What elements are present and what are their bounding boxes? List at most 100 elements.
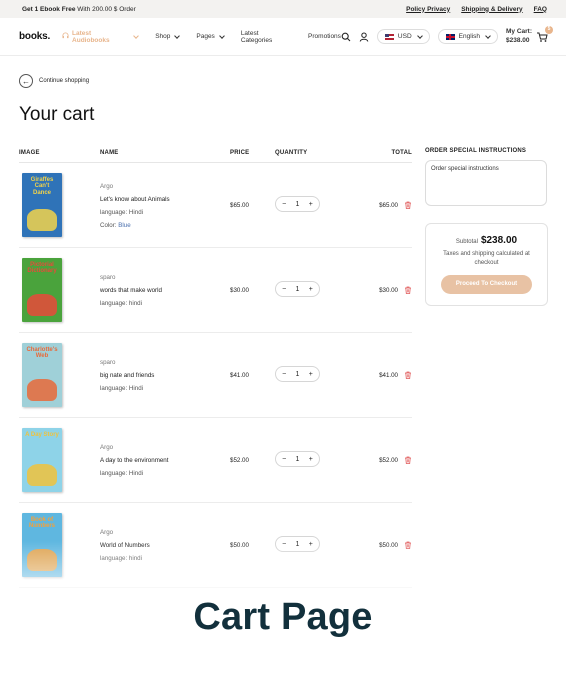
cart-icon[interactable]: 5 [536, 25, 553, 43]
color-label: Color: [100, 221, 117, 229]
product-price: $41.00 [230, 372, 249, 379]
nav-item-promotions[interactable]: Promotions [308, 33, 341, 40]
faq-link[interactable]: FAQ [534, 6, 547, 13]
quantity-stepper: −1 + [275, 196, 320, 212]
quantity-stepper: −1 + [275, 536, 320, 552]
quantity-value[interactable]: 1 [296, 286, 300, 293]
quantity-value[interactable]: 1 [296, 541, 300, 548]
cart-table-header: IMAGE NAME PRICE QUANTITY TOTAL [19, 150, 412, 162]
cart-table: Giraffes Can't Dance Argo Let's know about… [19, 162, 412, 588]
cart-sidebar: ORDER SPECIAL INSTRUCTIONS Subtotal $238… [425, 148, 548, 306]
column-total: TOTAL [391, 150, 412, 156]
color-value: Blue [118, 221, 131, 229]
site-header: books. Latest Audiobooks Shop Pages Latest … [0, 18, 566, 56]
continue-shopping-link[interactable]: ← Continue shopping [19, 74, 89, 88]
plus-icon[interactable]: + [306, 541, 316, 548]
line-total: $65.00 [379, 202, 398, 209]
product-image[interactable]: Pictorial Dictionary [22, 258, 62, 322]
product-title[interactable]: Let's know about Animals [100, 196, 170, 203]
language-label: language: [100, 555, 128, 562]
search-icon[interactable] [341, 32, 351, 42]
product-title[interactable]: words that make world [100, 287, 162, 294]
cart-row: Book of Numbers Argo World of Numbers langu… [19, 503, 412, 588]
column-quantity: QUANTITY [275, 150, 308, 156]
subtotal-label: Subtotal [455, 239, 478, 246]
product-image[interactable]: Charlotte's Web [22, 343, 62, 407]
announcement-bar: Get 1 Ebook Free With 200.00 $ Order Pol… [0, 0, 566, 18]
cart-label: My Cart: [505, 28, 532, 36]
special-instructions-input[interactable] [425, 160, 547, 206]
product-info: sparo words that make world language: hind… [100, 248, 162, 333]
subtotal-row: Subtotal $238.00 [456, 235, 517, 246]
quantity-value[interactable]: 1 [296, 201, 300, 208]
promo-text: Get 1 Ebook Free With 200.00 $ Order [22, 6, 136, 13]
page-caption: Cart Page [193, 596, 373, 638]
policy-privacy-link[interactable]: Policy Privacy [406, 6, 450, 13]
plus-icon[interactable]: + [306, 201, 316, 208]
plus-icon[interactable]: + [306, 456, 316, 463]
cover-illustration [27, 549, 57, 571]
language-selector[interactable]: English [437, 29, 498, 44]
site-logo[interactable]: books. [19, 31, 50, 42]
plus-icon[interactable]: + [306, 371, 316, 378]
trash-icon[interactable] [404, 201, 412, 209]
trash-icon[interactable] [404, 286, 412, 294]
nav-label: Latest Audiobooks [72, 29, 110, 44]
page-title: Your cart [19, 104, 95, 125]
quantity-stepper: −1 + [275, 366, 320, 382]
line-total: $30.00 [379, 287, 398, 294]
user-icon[interactable] [359, 32, 369, 42]
instructions-label: ORDER SPECIAL INSTRUCTIONS [425, 148, 527, 154]
product-vendor: Argo [100, 529, 114, 536]
cart-count-badge: 5 [545, 25, 553, 34]
minus-icon[interactable]: − [279, 201, 289, 208]
main-nav: Latest Audiobooks Shop Pages Latest Categor… [62, 30, 341, 44]
cover-title: A Day Story [25, 432, 59, 438]
minus-icon[interactable]: − [279, 371, 289, 378]
product-info: Argo Let's know about Animals language: Hi… [100, 163, 170, 248]
quantity-value[interactable]: 1 [296, 371, 300, 378]
cover-title: Pictorial Dictionary [27, 262, 57, 275]
chevron-down-icon [133, 32, 140, 39]
product-price: $65.00 [230, 202, 249, 209]
quantity-value[interactable]: 1 [296, 456, 300, 463]
mini-cart[interactable]: My Cart: $238.00 5 [506, 25, 553, 44]
cart-row: Giraffes Can't Dance Argo Let's know about… [19, 163, 412, 248]
product-title[interactable]: World of Numbers [100, 542, 150, 549]
minus-icon[interactable]: − [279, 541, 289, 548]
product-title[interactable]: big nate and friends [100, 372, 154, 379]
cover-title: Charlotte's Web [26, 347, 58, 360]
nav-label: Promotions [308, 33, 341, 40]
product-image[interactable]: Book of Numbers [22, 513, 62, 577]
product-price: $50.00 [230, 542, 249, 549]
checkout-button[interactable]: Proceed To Checkout [441, 274, 532, 294]
plus-icon[interactable]: + [306, 286, 316, 293]
nav-item-latest-audiobooks[interactable]: Latest Audiobooks [62, 29, 140, 44]
nav-item-pages[interactable]: Pages [196, 32, 225, 40]
product-language: language: hindi [100, 555, 150, 562]
shipping-delivery-link[interactable]: Shipping & Delivery [461, 6, 522, 13]
language-value: English [458, 33, 480, 40]
product-vendor: Argo [100, 444, 114, 451]
minus-icon[interactable]: − [279, 456, 289, 463]
mini-cart-text: My Cart: $238.00 [506, 28, 532, 44]
promo-rest-text: With 200.00 $ Order [77, 5, 136, 13]
nav-item-shop[interactable]: Shop [155, 32, 181, 40]
nav-item-latest-categories[interactable]: Latest Categories [241, 30, 291, 44]
order-summary: Subtotal $238.00 Taxes and shipping calc… [425, 223, 548, 306]
headphones-icon [62, 32, 69, 41]
minus-icon[interactable]: − [279, 286, 289, 293]
trash-icon[interactable] [404, 371, 412, 379]
product-title[interactable]: A day to the environment [100, 457, 168, 464]
currency-selector[interactable]: USD [376, 29, 430, 44]
trash-icon[interactable] [404, 541, 412, 549]
language-value: hindi [128, 300, 142, 307]
product-image[interactable]: Giraffes Can't Dance [22, 173, 62, 237]
product-info: sparo big nate and friends language: Hindi [100, 333, 154, 418]
language-value: Hindi [128, 470, 144, 477]
product-image[interactable]: A Day Story [22, 428, 62, 492]
trash-icon[interactable] [404, 456, 412, 464]
promo-bold-text: Get 1 Ebook Free [22, 5, 76, 13]
product-info: Argo A day to the environment language: Hi… [100, 418, 168, 503]
column-name: NAME [100, 150, 119, 156]
